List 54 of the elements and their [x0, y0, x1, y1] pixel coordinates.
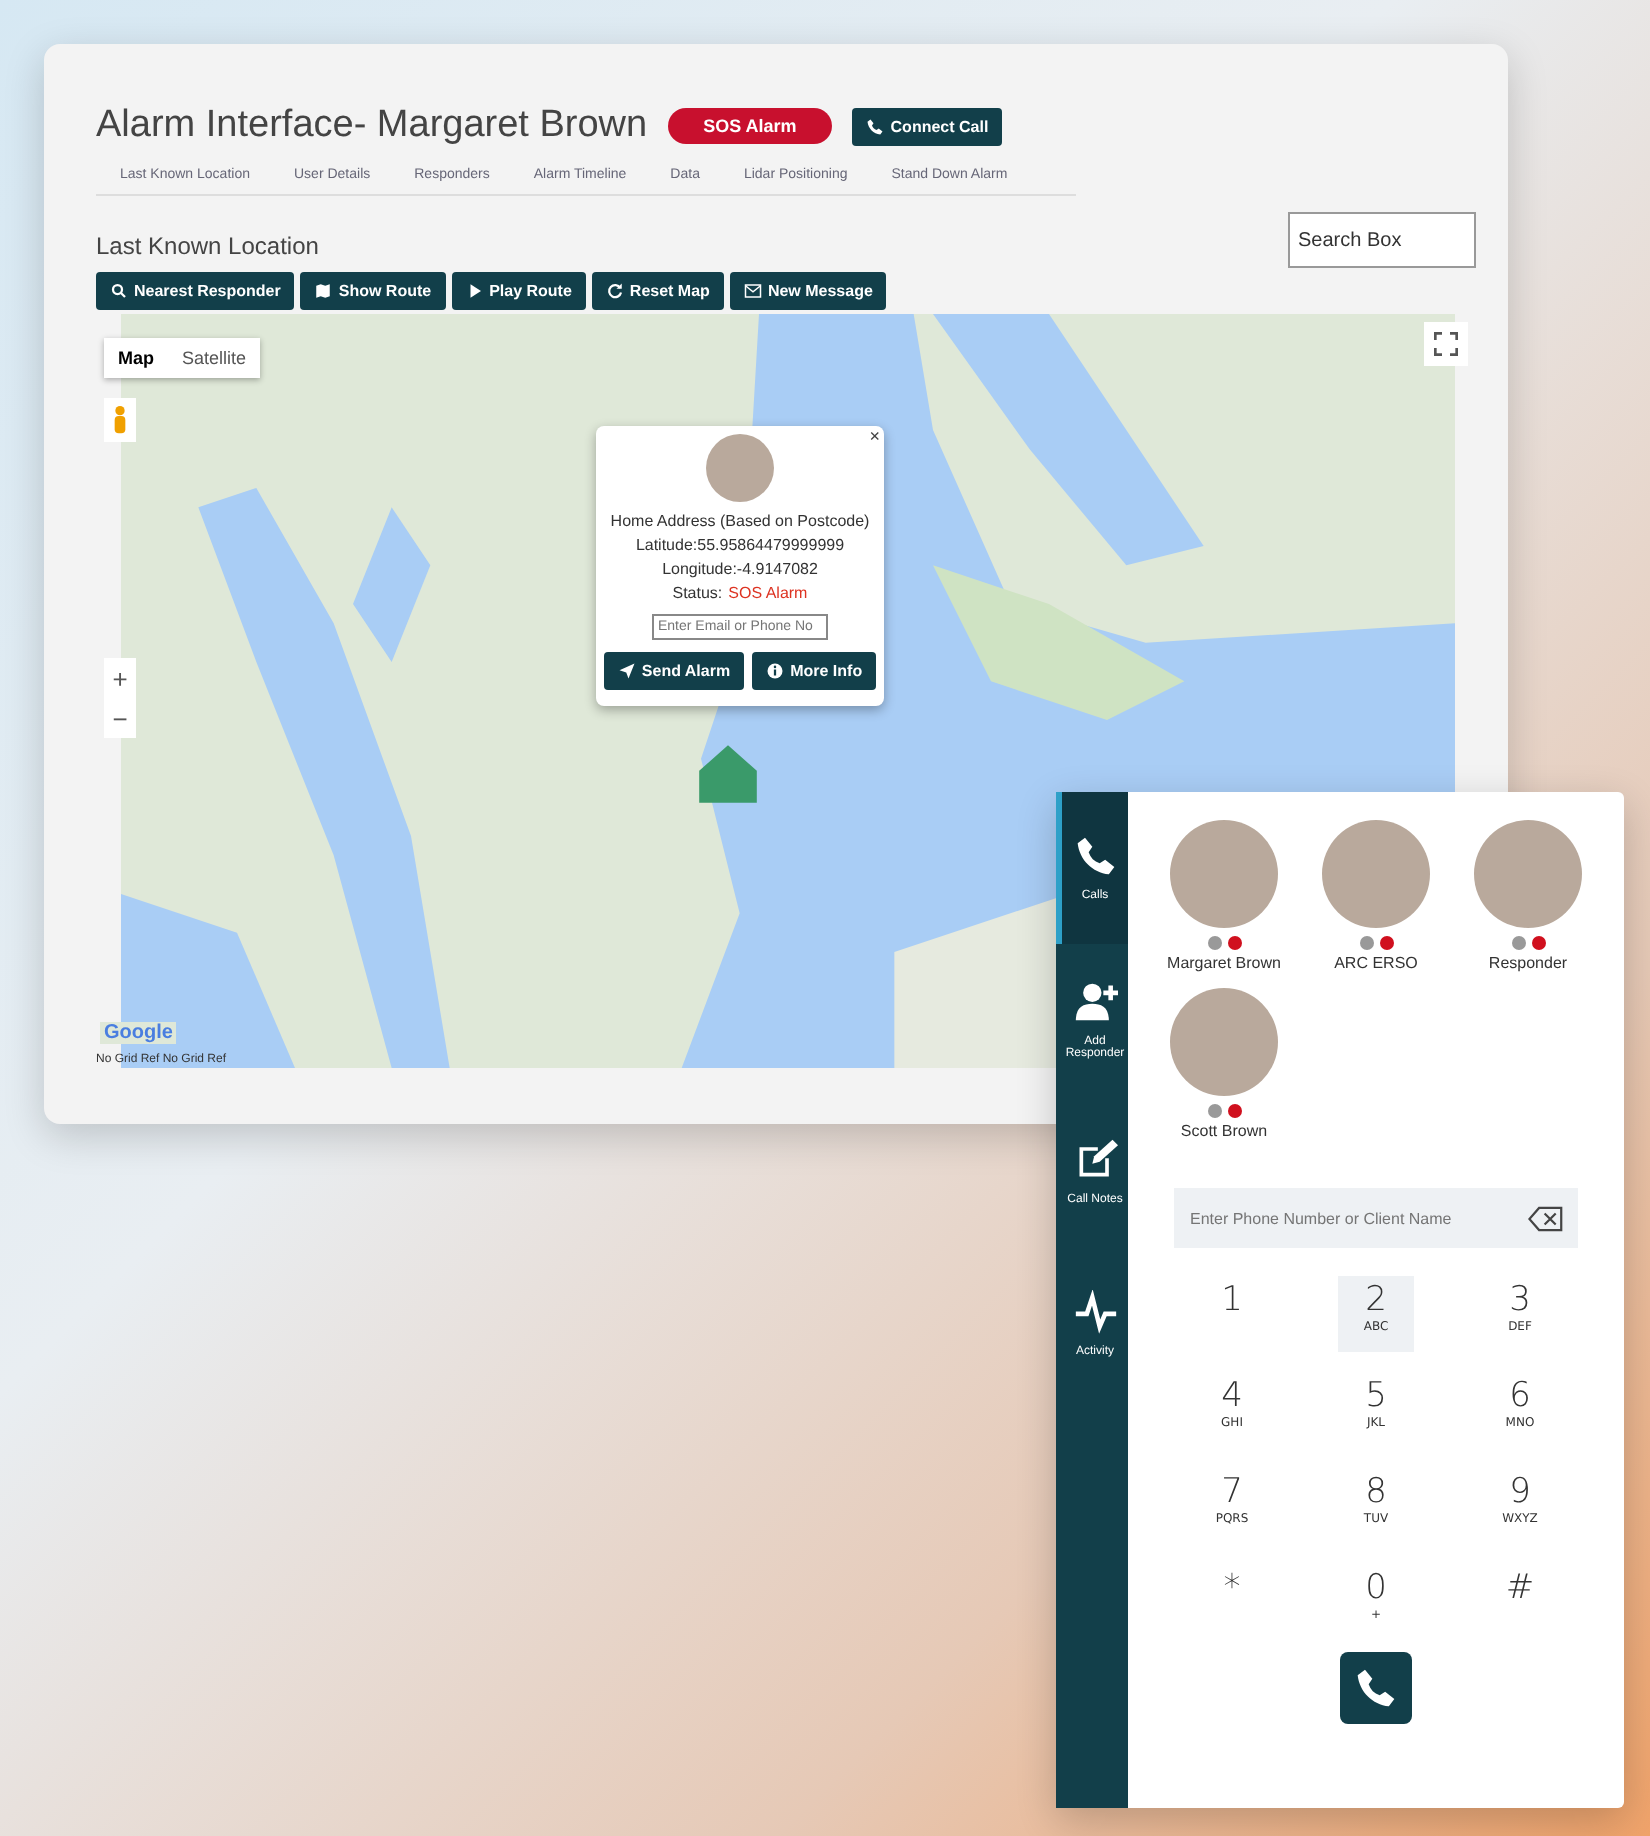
phone-icon — [1073, 834, 1117, 878]
contact-name: Scott Brown — [1180, 1122, 1268, 1140]
search-field[interactable]: Search Box — [1288, 212, 1476, 268]
keypad-key[interactable]: * — [1194, 1564, 1270, 1640]
paper-plane-icon — [617, 662, 636, 680]
address-label: Home Address (Based on Postcode) — [610, 512, 870, 530]
person-icon — [112, 404, 128, 436]
fullscreen-icon — [1434, 332, 1458, 356]
map-type-tab[interactable]: Map — [104, 338, 168, 378]
house-marker-icon — [696, 742, 760, 806]
toolbar-button[interactable]: Reset Map — [591, 272, 724, 310]
close-button[interactable]: × — [869, 426, 880, 446]
backspace-button[interactable] — [1514, 1188, 1578, 1248]
map-type-tab[interactable]: Satellite — [168, 338, 261, 378]
sos-alarm-badge: SOS Alarm — [667, 108, 833, 144]
longitude-text: Longitude:-4.9147082 — [662, 560, 818, 578]
contact-name: Responder — [1488, 954, 1568, 972]
contact-name: Margaret Brown — [1167, 954, 1281, 972]
envelope-icon — [743, 282, 762, 300]
search-icon — [110, 282, 128, 300]
call-button[interactable] — [1340, 1652, 1412, 1724]
avatar[interactable] — [1322, 820, 1430, 928]
avatar[interactable] — [1474, 820, 1582, 928]
window-title: Alarm Interface- Margaret Brown — [96, 104, 648, 148]
map-icon — [314, 282, 333, 300]
info-icon — [766, 662, 785, 680]
contact-name: ARC ERSO — [1334, 954, 1418, 972]
pulse-icon — [1073, 1290, 1117, 1334]
toolbar-button[interactable]: Nearest Responder — [96, 272, 295, 310]
popup-button[interactable]: More Info — [752, 652, 877, 690]
backspace-icon — [1528, 1205, 1564, 1231]
map-attribution: Google — [100, 1022, 177, 1044]
keypad-key[interactable]: # — [1482, 1564, 1558, 1640]
status-value: SOS Alarm — [728, 584, 808, 602]
keypad-key[interactable]: 1 — [1194, 1276, 1270, 1352]
phone-field[interactable]: Enter Phone Number or Client Name — [1174, 1188, 1514, 1248]
play-icon — [465, 282, 484, 300]
toolbar-button[interactable]: Show Route — [300, 272, 446, 310]
popup-button[interactable]: Send Alarm — [603, 652, 745, 690]
fullscreen-button[interactable] — [1424, 322, 1468, 366]
toolbar-button[interactable]: New Message — [729, 272, 887, 310]
avatar[interactable] — [1170, 820, 1278, 928]
connect-call-button[interactable]: Connect Call — [852, 107, 1003, 145]
toolbar-button[interactable]: Play Route — [451, 272, 586, 310]
avatar — [706, 434, 774, 502]
add-person-icon — [1073, 980, 1117, 1024]
avatar[interactable] — [1170, 988, 1278, 1096]
status-label: Status: — [672, 584, 723, 602]
section-title: Last Known Location — [96, 232, 319, 260]
street-view-button[interactable] — [104, 398, 136, 442]
phone-icon — [866, 117, 885, 135]
refresh-icon — [605, 282, 624, 300]
latitude-text: Latitude:55.95864479999999 — [635, 536, 845, 554]
phone-icon — [1354, 1666, 1398, 1710]
